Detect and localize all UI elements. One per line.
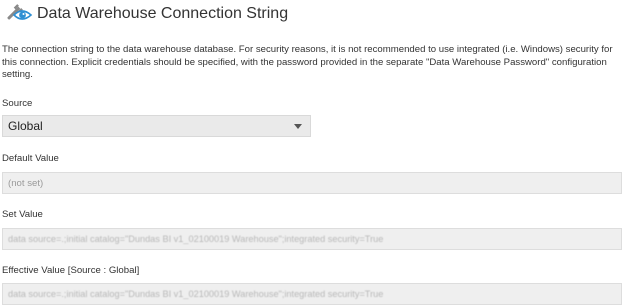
wrench-eye-icon [3, 2, 33, 26]
effective-value-field: data source=.;initial catalog="Dundas BI… [2, 283, 622, 305]
default-value-label: Default Value [2, 153, 59, 164]
effective-value-label: Effective Value [Source : Global] [2, 265, 140, 276]
default-value-text: (not set) [8, 177, 44, 189]
set-value-field[interactable]: data source=.;initial catalog="Dundas BI… [2, 228, 622, 250]
set-value-label: Set Value [2, 209, 43, 220]
page-header: Data Warehouse Connection String [3, 2, 288, 26]
effective-value-text: data source=.;initial catalog="Dundas BI… [8, 289, 384, 299]
caret-down-icon[interactable] [294, 123, 302, 129]
set-value-text: data source=.;initial catalog="Dundas BI… [8, 234, 384, 244]
source-select-value: Global [8, 119, 43, 133]
source-select[interactable]: Global [2, 115, 311, 137]
default-value-field: (not set) [2, 172, 622, 194]
source-label: Source [2, 98, 33, 109]
setting-description: The connection string to the data wareho… [2, 44, 613, 81]
page-title: Data Warehouse Connection String [37, 5, 289, 22]
